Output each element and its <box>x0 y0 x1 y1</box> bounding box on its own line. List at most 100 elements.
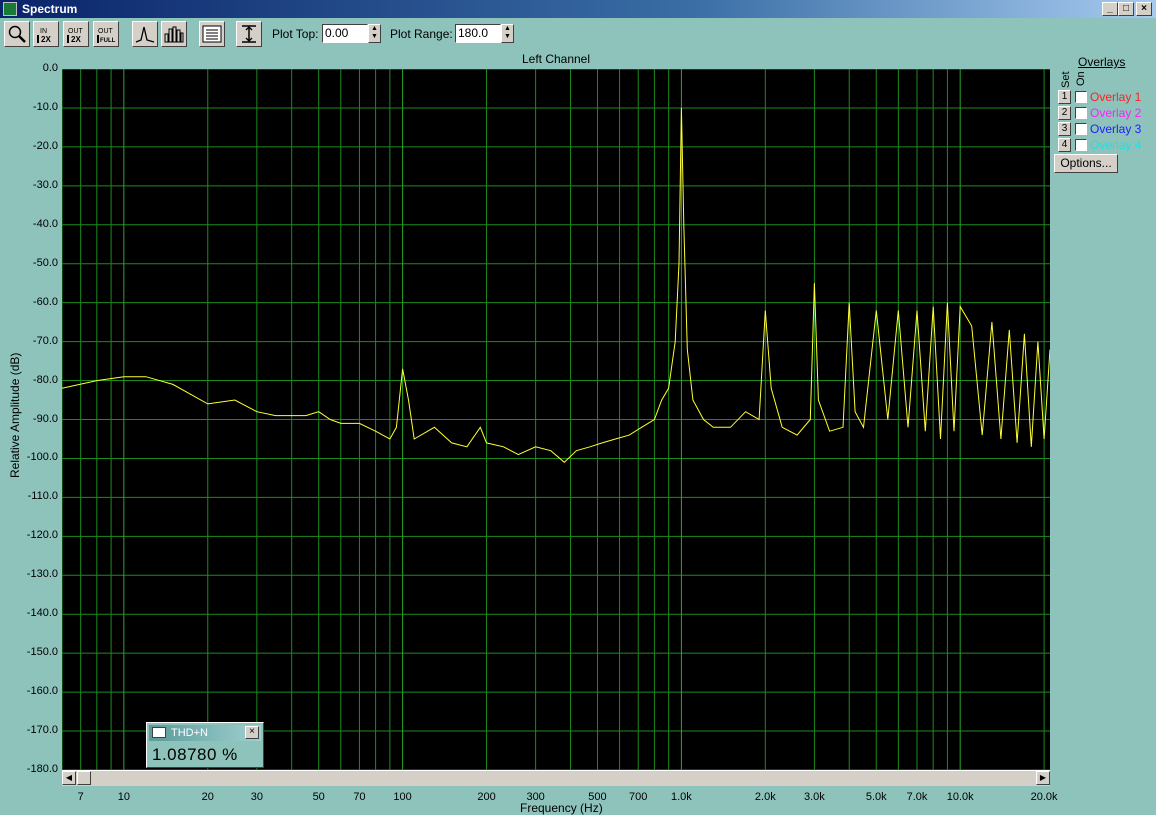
svg-text:OUT: OUT <box>68 28 84 35</box>
x-tick-label: 20.0k <box>1030 791 1058 803</box>
line-mode-button[interactable] <box>132 21 158 47</box>
maximize-button[interactable]: □ <box>1118 2 1134 16</box>
overlay-label: Overlay 3 <box>1090 122 1142 136</box>
overlay-set-button[interactable]: 1 <box>1058 90 1071 104</box>
line-mode-icon <box>135 26 155 43</box>
plot-range-label: Plot Range: <box>390 27 453 41</box>
zoom-in-2x-icon: IN2X <box>37 28 51 44</box>
x-tick-label: 2.0k <box>754 791 776 803</box>
zoom-out-2x-button[interactable]: OUT 2X <box>63 21 89 47</box>
overlays-title: Overlays <box>1078 55 1126 69</box>
y-tick-label: -90.0 <box>32 412 58 425</box>
close-button[interactable]: × <box>1136 2 1152 16</box>
overlay-label: Overlay 2 <box>1090 106 1142 120</box>
scroll-right-arrow[interactable]: ▶ <box>1036 771 1050 785</box>
x-tick-label: 700 <box>629 791 648 803</box>
thd-label: THD+N <box>171 727 208 739</box>
bar-mode-icon <box>164 26 184 43</box>
overlay-checkbox[interactable] <box>1075 139 1087 151</box>
set-column-label: Set <box>1060 71 1072 88</box>
overlay-checkbox[interactable] <box>1075 91 1087 103</box>
x-tick-label: 10.0k <box>946 791 974 803</box>
x-tick-label: 1.0k <box>670 791 692 803</box>
zoom-icon <box>8 25 26 43</box>
x-axis-label: Frequency (Hz) <box>520 801 603 815</box>
toolbar: IN 2X OUT 2X OUT FULL Plot Top: 0.00 ▲ ▼ Plo… <box>0 18 1156 50</box>
y-tick-label: -30.0 <box>32 178 58 191</box>
x-tick-label: 3.0k <box>804 791 825 803</box>
x-tick-label: 7 <box>77 791 84 803</box>
plot-top-input[interactable]: 0.00 <box>322 24 368 43</box>
svg-text:IN: IN <box>40 28 47 35</box>
y-tick-label: -110.0 <box>27 490 58 503</box>
y-tick-label: -100.0 <box>26 451 58 464</box>
y-tick-label: -180.0 <box>26 763 58 775</box>
overlay-label: Overlay 1 <box>1090 90 1142 104</box>
y-tick-label: -20.0 <box>32 139 58 152</box>
spectrum-plot[interactable] <box>62 69 1050 770</box>
overlay-set-button[interactable]: 2 <box>1058 106 1071 120</box>
y-tick-label: -120.0 <box>26 529 58 542</box>
plot-range-button[interactable] <box>236 21 262 47</box>
overlay-label: Overlay 4 <box>1090 138 1142 152</box>
svg-text:2X: 2X <box>41 35 51 44</box>
settings-list-button[interactable] <box>199 21 225 47</box>
options-button[interactable]: Options... <box>1054 154 1118 173</box>
plot-range-icon <box>242 25 256 43</box>
scroll-left-arrow[interactable]: ◀ <box>62 771 76 785</box>
zoom-out-full-button[interactable]: OUT FULL <box>93 21 119 47</box>
thd-close-button[interactable]: × <box>245 726 259 739</box>
overlay-checkbox[interactable] <box>1075 107 1087 119</box>
y-tick-label: -150.0 <box>26 646 58 659</box>
y-tick-label: -40.0 <box>32 217 58 230</box>
y-tick-label: -80.0 <box>32 373 58 386</box>
x-tick-label: 5.0k <box>865 791 887 803</box>
plot-range-input[interactable]: 180.0 <box>455 24 501 43</box>
x-tick-label: 100 <box>393 791 412 803</box>
app-icon <box>3 2 17 16</box>
overlay-set-button[interactable]: 3 <box>1058 122 1071 136</box>
x-tick-label: 50 <box>312 791 325 803</box>
svg-text:2X: 2X <box>71 35 81 44</box>
spectrum-line <box>62 107 1050 463</box>
svg-text:FULL: FULL <box>100 38 116 44</box>
title-bar: Spectrum _ □ × <box>0 0 1156 18</box>
bar-mode-button[interactable] <box>161 21 187 47</box>
plot-top-label: Plot Top: <box>272 27 319 41</box>
thd-title-bar[interactable]: THD+N × <box>149 725 261 741</box>
overlay-checkbox[interactable] <box>1075 123 1087 135</box>
x-tick-label: 30 <box>250 791 263 803</box>
svg-text:OUT: OUT <box>98 28 114 35</box>
x-tick-label: 10 <box>117 791 130 803</box>
y-tick-label: -10.0 <box>32 100 58 113</box>
y-tick-label: -50.0 <box>32 256 58 269</box>
y-tick-label: 0.0 <box>42 62 58 74</box>
spectrum-chart <box>62 69 1050 770</box>
zoom-button[interactable] <box>4 21 30 47</box>
thd-value: 1.08780 % <box>152 745 238 764</box>
x-tick-label: 20 <box>201 791 214 803</box>
minimize-button[interactable]: _ <box>1102 2 1118 16</box>
x-tick-label: 200 <box>477 791 496 803</box>
y-tick-label: -130.0 <box>26 568 58 581</box>
zoom-in-2x-button[interactable]: IN 2X <box>33 21 59 47</box>
window-title: Spectrum <box>22 2 78 16</box>
y-tick-label: -140.0 <box>26 607 58 620</box>
x-tick-label: 7.0k <box>906 791 928 803</box>
y-tick-label: -170.0 <box>26 724 58 737</box>
zoom-out-full-icon: OUT FULL <box>97 28 116 44</box>
thd-meter-window[interactable]: THD+N × 1.08780 % <box>146 722 264 768</box>
meter-icon <box>152 727 166 738</box>
x-tick-label: 70 <box>353 791 366 803</box>
chart-title: Left Channel <box>521 52 591 66</box>
overlay-set-button[interactable]: 4 <box>1058 138 1071 152</box>
y-tick-label: -160.0 <box>26 685 58 698</box>
plot-range-spinner[interactable]: ▲ ▼ <box>501 24 514 43</box>
plot-top-spinner[interactable]: ▲ ▼ <box>368 24 381 43</box>
horizontal-scrollbar[interactable]: ◀ ▶ <box>62 770 1050 786</box>
scroll-thumb[interactable] <box>77 771 91 785</box>
settings-list-icon <box>202 25 222 43</box>
zoom-out-2x-icon: OUT2X <box>67 28 84 44</box>
y-tick-label: -70.0 <box>32 334 58 347</box>
on-column-label: On <box>1075 71 1087 86</box>
